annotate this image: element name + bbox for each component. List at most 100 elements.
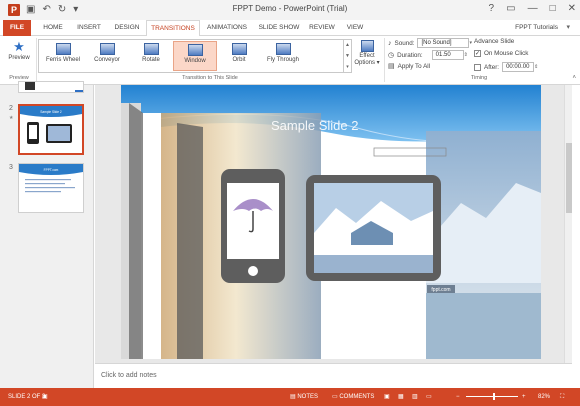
- duration-input[interactable]: 01.50: [431, 50, 464, 60]
- duration-row: ◷ Duration: 01.50 ⇕: [388, 50, 468, 60]
- transition-window[interactable]: Window: [173, 41, 217, 71]
- transition-label: Fly Through: [267, 57, 299, 63]
- sound-row: ♪ Sound: [No Sound] ▾: [388, 38, 472, 48]
- ferris-wheel-icon: [55, 43, 71, 55]
- slide-thumbnail-3[interactable]: FPPT.com: [18, 163, 84, 213]
- tab-animations[interactable]: ANIMATIONS: [200, 20, 254, 36]
- slide-thumbnail-pane: 2 ★ Sample Slide 2 3 FPPT.com: [0, 81, 94, 388]
- on-mouse-click-row: ✓ On Mouse Click: [474, 50, 528, 57]
- gallery-up-icon[interactable]: ▲: [344, 40, 351, 51]
- effect-options-label: Effect: [359, 53, 375, 59]
- comments-toggle[interactable]: ▭ COMMENTS: [332, 392, 374, 402]
- slide-3-thumb-title: FPPT.com: [44, 168, 59, 172]
- on-mouse-click-checkbox[interactable]: ✓: [474, 50, 481, 57]
- zoom-out-icon[interactable]: −: [456, 392, 460, 402]
- after-row: After: 00:00.00 ⇕: [474, 62, 538, 72]
- zoom-in-icon[interactable]: +: [522, 392, 526, 402]
- group-label-timing: Timing: [470, 75, 488, 81]
- preview-star-icon: ★: [13, 39, 25, 54]
- account-chevron-icon[interactable]: ▾: [566, 20, 570, 36]
- zoom-level[interactable]: 82%: [538, 392, 550, 402]
- apply-to-all-button[interactable]: Apply To All: [398, 63, 430, 70]
- sound-dropdown[interactable]: [No Sound]: [417, 38, 470, 48]
- effect-options-label-2: Options ▾: [354, 60, 380, 66]
- maximize-button[interactable]: □: [550, 2, 556, 16]
- conveyor-icon: [99, 43, 115, 55]
- fly-through-icon: [275, 43, 291, 55]
- fit-slide-icon[interactable]: ⛶: [560, 392, 564, 402]
- transition-label: Ferris Wheel: [45, 57, 80, 63]
- advance-slide-text: Advance Slide: [474, 38, 515, 45]
- effect-options-icon: [360, 40, 374, 52]
- tab-transitions[interactable]: TRANSITIONS: [146, 20, 200, 37]
- vertical-scrollbar[interactable]: [564, 85, 572, 363]
- after-checkbox[interactable]: [474, 63, 481, 71]
- notes-toggle-label: NOTES: [297, 394, 319, 400]
- normal-view-icon[interactable]: ▣: [384, 392, 390, 402]
- transition-label: Orbit: [232, 57, 246, 63]
- tab-insert[interactable]: INSERT: [70, 20, 108, 36]
- collapse-ribbon-icon[interactable]: ˄: [572, 75, 576, 81]
- slide-thumbnail-2[interactable]: Sample Slide 2: [18, 104, 84, 155]
- tab-slide-show[interactable]: SLIDE SHOW: [254, 20, 304, 36]
- transition-rotate[interactable]: Rotate: [129, 41, 173, 71]
- close-button[interactable]: ✕: [568, 2, 576, 16]
- ribbon-display-button[interactable]: ▭: [506, 2, 515, 16]
- slide-show-icon[interactable]: ▭: [426, 392, 432, 402]
- orbit-icon: [231, 43, 247, 55]
- current-slide[interactable]: fppt.com Sample Slide 2: [121, 85, 541, 359]
- sound-dropdown-arrow-icon[interactable]: ▾: [469, 40, 472, 46]
- reading-view-icon[interactable]: ▥: [412, 392, 418, 402]
- duration-label: Duration:: [397, 51, 423, 59]
- apply-all-row: ▤ Apply To All: [388, 62, 430, 71]
- transition-label: Rotate: [142, 57, 160, 63]
- after-spinner-icon[interactable]: ⇕: [534, 64, 538, 70]
- after-input[interactable]: 00:00.00: [502, 62, 535, 72]
- tab-view[interactable]: VIEW: [340, 20, 370, 36]
- duration-spinner-icon[interactable]: ⇕: [464, 52, 468, 58]
- slide-title-text[interactable]: Sample Slide 2: [271, 118, 358, 133]
- sound-label: Sound:: [394, 39, 415, 47]
- slide-number: 2: [9, 105, 13, 112]
- zoom-slider-handle[interactable]: [493, 393, 495, 400]
- notes-pane[interactable]: Click to add notes: [95, 363, 572, 388]
- window-transition-icon: [187, 44, 203, 56]
- slide-sorter-icon[interactable]: ▦: [398, 392, 404, 402]
- sound-icon: ♪: [388, 39, 392, 47]
- comments-toggle-label: COMMENTS: [339, 394, 375, 400]
- after-label: After:: [484, 63, 500, 71]
- tab-file[interactable]: FILE: [3, 20, 31, 36]
- help-button[interactable]: ?: [489, 2, 495, 16]
- slide-thumbnail-1-partial[interactable]: [18, 81, 84, 93]
- minimize-button[interactable]: —: [528, 2, 538, 16]
- spelling-icon[interactable]: ▣: [42, 392, 48, 402]
- notes-placeholder[interactable]: Click to add notes: [101, 372, 157, 379]
- gallery-more-icon[interactable]: ▾: [344, 62, 351, 73]
- transition-orbit[interactable]: Orbit: [217, 41, 261, 71]
- gallery-scroll[interactable]: ▲ ▼ ▾: [344, 39, 352, 73]
- window-controls: ? ▭ — □ ✕: [489, 2, 576, 16]
- preview-button[interactable]: ★ Preview: [4, 39, 34, 73]
- title-bar: P ▣ ↶ ↻ ▾ FPPT Demo - PowerPoint (Trial)…: [0, 0, 580, 20]
- effect-options-button[interactable]: Effect Options ▾: [354, 39, 380, 73]
- rotate-icon: [143, 43, 159, 55]
- transition-label: Conveyor: [94, 57, 120, 63]
- scrollbar-thumb[interactable]: [566, 143, 572, 213]
- tab-home[interactable]: HOME: [36, 20, 70, 36]
- slide-counter: SLIDE 2 OF 3: [8, 394, 46, 400]
- ribbon: ★ Preview Preview Ferris Wheel Conveyor …: [0, 36, 580, 85]
- tab-design[interactable]: DESIGN: [108, 20, 146, 36]
- group-divider: [36, 38, 37, 82]
- slide-3-preview: FPPT.com: [19, 164, 83, 212]
- gallery-down-icon[interactable]: ▼: [344, 51, 351, 62]
- account-name[interactable]: FPPT Tutorials: [515, 20, 558, 36]
- effect-options-text: Options: [354, 60, 375, 66]
- tab-review[interactable]: REVIEW: [304, 20, 340, 36]
- zoom-slider[interactable]: [466, 396, 518, 397]
- transition-ferris-wheel[interactable]: Ferris Wheel: [41, 41, 85, 71]
- transition-fly-through[interactable]: Fly Through: [261, 41, 305, 71]
- group-divider: [384, 38, 385, 82]
- notes-toggle[interactable]: ▤ NOTES: [290, 392, 318, 402]
- status-bar: SLIDE 2 OF 3 ▣ ▤ NOTES ▭ COMMENTS ▣ ▦ ▥ …: [0, 388, 580, 406]
- transition-conveyor[interactable]: Conveyor: [85, 41, 129, 71]
